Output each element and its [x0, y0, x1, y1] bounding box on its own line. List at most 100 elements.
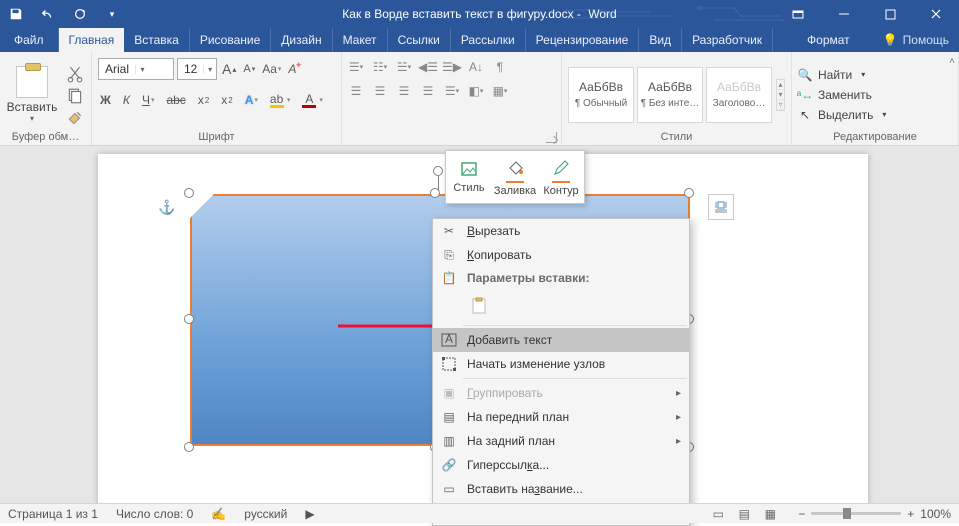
- grow-font-button[interactable]: A▴: [220, 61, 238, 77]
- maximize-button[interactable]: [867, 0, 913, 28]
- bullets-button[interactable]: ☰▾: [348, 60, 364, 74]
- group-font: Arial▾ 12▾ A▴ A▾ Aa▾ A✦ Ж К Ч▾ abc x2 x2…: [92, 52, 342, 145]
- increase-indent-button[interactable]: ☰▶: [444, 60, 460, 74]
- resize-handle[interactable]: [430, 188, 440, 198]
- group-label-styles: Стили: [568, 131, 785, 145]
- numbering-button[interactable]: ☷▾: [372, 60, 388, 74]
- ribbon: Вставить ▾ Буфер обм… Arial▾ 12▾ A▴ A▾ A…: [0, 52, 959, 146]
- resize-handle[interactable]: [184, 188, 194, 198]
- font-name-combo[interactable]: Arial▾: [98, 58, 174, 80]
- ctx-cut[interactable]: ✂Вырезать: [433, 219, 689, 243]
- group-editing: 🔍Найти▾ ᵃ↔Заменить ↖Выделить▾ Редактиров…: [792, 52, 959, 145]
- bold-button[interactable]: Ж: [98, 93, 113, 107]
- paste-option-picture[interactable]: [467, 293, 493, 319]
- style-normal[interactable]: АаБбВв¶ Обычный: [568, 67, 634, 123]
- close-button[interactable]: [913, 0, 959, 28]
- justify-button[interactable]: ☰: [420, 84, 436, 98]
- resize-handle[interactable]: [184, 314, 194, 324]
- view-print-button[interactable]: ▤: [734, 506, 754, 522]
- change-case-button[interactable]: Aa▾: [260, 62, 283, 76]
- view-read-button[interactable]: ▭: [708, 506, 728, 522]
- tab-design[interactable]: Дизайн: [271, 28, 332, 52]
- superscript-button[interactable]: x2: [219, 93, 234, 107]
- borders-button[interactable]: ▦▾: [492, 84, 508, 98]
- tab-home[interactable]: Главная: [59, 28, 125, 52]
- ctx-send-back[interactable]: ▥На задний план▸: [433, 429, 689, 453]
- align-left-button[interactable]: ☰: [348, 84, 364, 98]
- underline-button[interactable]: Ч▾: [140, 93, 157, 107]
- status-macro[interactable]: ▶: [305, 507, 314, 521]
- clear-format-button[interactable]: A✦: [286, 62, 298, 76]
- tab-mailings[interactable]: Рассылки: [451, 28, 526, 52]
- text-effects-button[interactable]: A▾: [243, 93, 260, 107]
- zoom-in-button[interactable]: +: [907, 507, 914, 521]
- subscript-button[interactable]: x2: [196, 93, 211, 107]
- tab-view[interactable]: Вид: [639, 28, 682, 52]
- view-web-button[interactable]: ▦: [760, 506, 780, 522]
- redo-button[interactable]: [64, 0, 96, 28]
- zoom-thumb[interactable]: [843, 508, 851, 519]
- show-marks-button[interactable]: ¶: [492, 60, 508, 74]
- resize-handle[interactable]: [684, 188, 694, 198]
- ctx-add-text[interactable]: AДобавить текст: [433, 328, 689, 352]
- format-painter-button[interactable]: [66, 110, 84, 126]
- decrease-indent-button[interactable]: ◀☰: [420, 60, 436, 74]
- zoom-level[interactable]: 100%: [920, 507, 951, 521]
- shrink-font-button[interactable]: A▾: [241, 63, 257, 75]
- paste-button[interactable]: Вставить ▾: [6, 62, 58, 123]
- tab-draw[interactable]: Рисование: [190, 28, 271, 52]
- tell-me[interactable]: 💡Помощь: [873, 28, 959, 52]
- collapse-ribbon-button[interactable]: ˄: [949, 56, 955, 67]
- zoom-slider[interactable]: [811, 512, 901, 515]
- tab-format[interactable]: Формат: [797, 28, 860, 52]
- qat-customize[interactable]: ▾: [96, 0, 128, 28]
- cut-button[interactable]: [66, 66, 84, 82]
- status-page[interactable]: Страница 1 из 1: [8, 507, 98, 521]
- font-color-button[interactable]: A▾: [300, 92, 325, 108]
- group-icon: ▣: [439, 386, 459, 400]
- shape-style-button[interactable]: Стиль: [446, 151, 492, 203]
- minimize-button[interactable]: [821, 0, 867, 28]
- rotate-handle[interactable]: [433, 166, 443, 176]
- launcher-icon[interactable]: [546, 132, 557, 143]
- resize-handle[interactable]: [184, 442, 194, 452]
- replace-button[interactable]: ᵃ↔Заменить: [798, 88, 886, 102]
- undo-button[interactable]: [32, 0, 64, 28]
- tab-references[interactable]: Ссылки: [388, 28, 451, 52]
- copy-button[interactable]: [66, 88, 84, 104]
- tab-file[interactable]: Файл: [0, 28, 59, 52]
- ctx-bring-front[interactable]: ▤На передний план▸: [433, 405, 689, 429]
- multilevel-button[interactable]: ☱▾: [396, 60, 412, 74]
- find-button[interactable]: 🔍Найти▾: [798, 68, 886, 82]
- status-spell[interactable]: ✍: [211, 507, 226, 521]
- ctx-caption[interactable]: ▭Вставить название...: [433, 477, 689, 501]
- shading-button[interactable]: ◧▾: [468, 84, 484, 98]
- style-heading1[interactable]: АаБбВвЗаголово…: [706, 67, 772, 123]
- shape-fill-button[interactable]: Заливка: [492, 151, 538, 203]
- align-right-button[interactable]: ☰: [396, 84, 412, 98]
- tab-insert[interactable]: Вставка: [124, 28, 190, 52]
- tab-layout[interactable]: Макет: [333, 28, 388, 52]
- chevron-down-icon: ▾: [135, 65, 149, 74]
- align-center-button[interactable]: ☰: [372, 84, 388, 98]
- status-word-count[interactable]: Число слов: 0: [116, 507, 193, 521]
- select-button[interactable]: ↖Выделить▾: [798, 108, 886, 122]
- ctx-hyperlink[interactable]: 🔗Гиперссылка...: [433, 453, 689, 477]
- save-button[interactable]: [0, 0, 32, 28]
- tab-review[interactable]: Рецензирование: [526, 28, 640, 52]
- ctx-copy[interactable]: ⎘Копировать: [433, 243, 689, 267]
- zoom-out-button[interactable]: −: [798, 507, 805, 521]
- gallery-more[interactable]: ▴▾▿: [776, 79, 785, 111]
- tab-developer[interactable]: Разработчик: [682, 28, 773, 52]
- ctx-edit-points[interactable]: Начать изменение узлов: [433, 352, 689, 376]
- strike-button[interactable]: abc: [164, 93, 187, 107]
- line-spacing-button[interactable]: ☰▾: [444, 84, 460, 98]
- shape-outline-button[interactable]: Контур: [538, 151, 584, 203]
- sort-button[interactable]: A↓: [468, 60, 484, 74]
- font-size-combo[interactable]: 12▾: [177, 58, 217, 80]
- style-no-spacing[interactable]: АаБбВв¶ Без инте…: [637, 67, 703, 123]
- italic-button[interactable]: К: [121, 93, 132, 107]
- highlight-button[interactable]: ab▾: [268, 92, 293, 108]
- status-language[interactable]: русский: [244, 507, 287, 521]
- layout-options-button[interactable]: [708, 194, 734, 220]
